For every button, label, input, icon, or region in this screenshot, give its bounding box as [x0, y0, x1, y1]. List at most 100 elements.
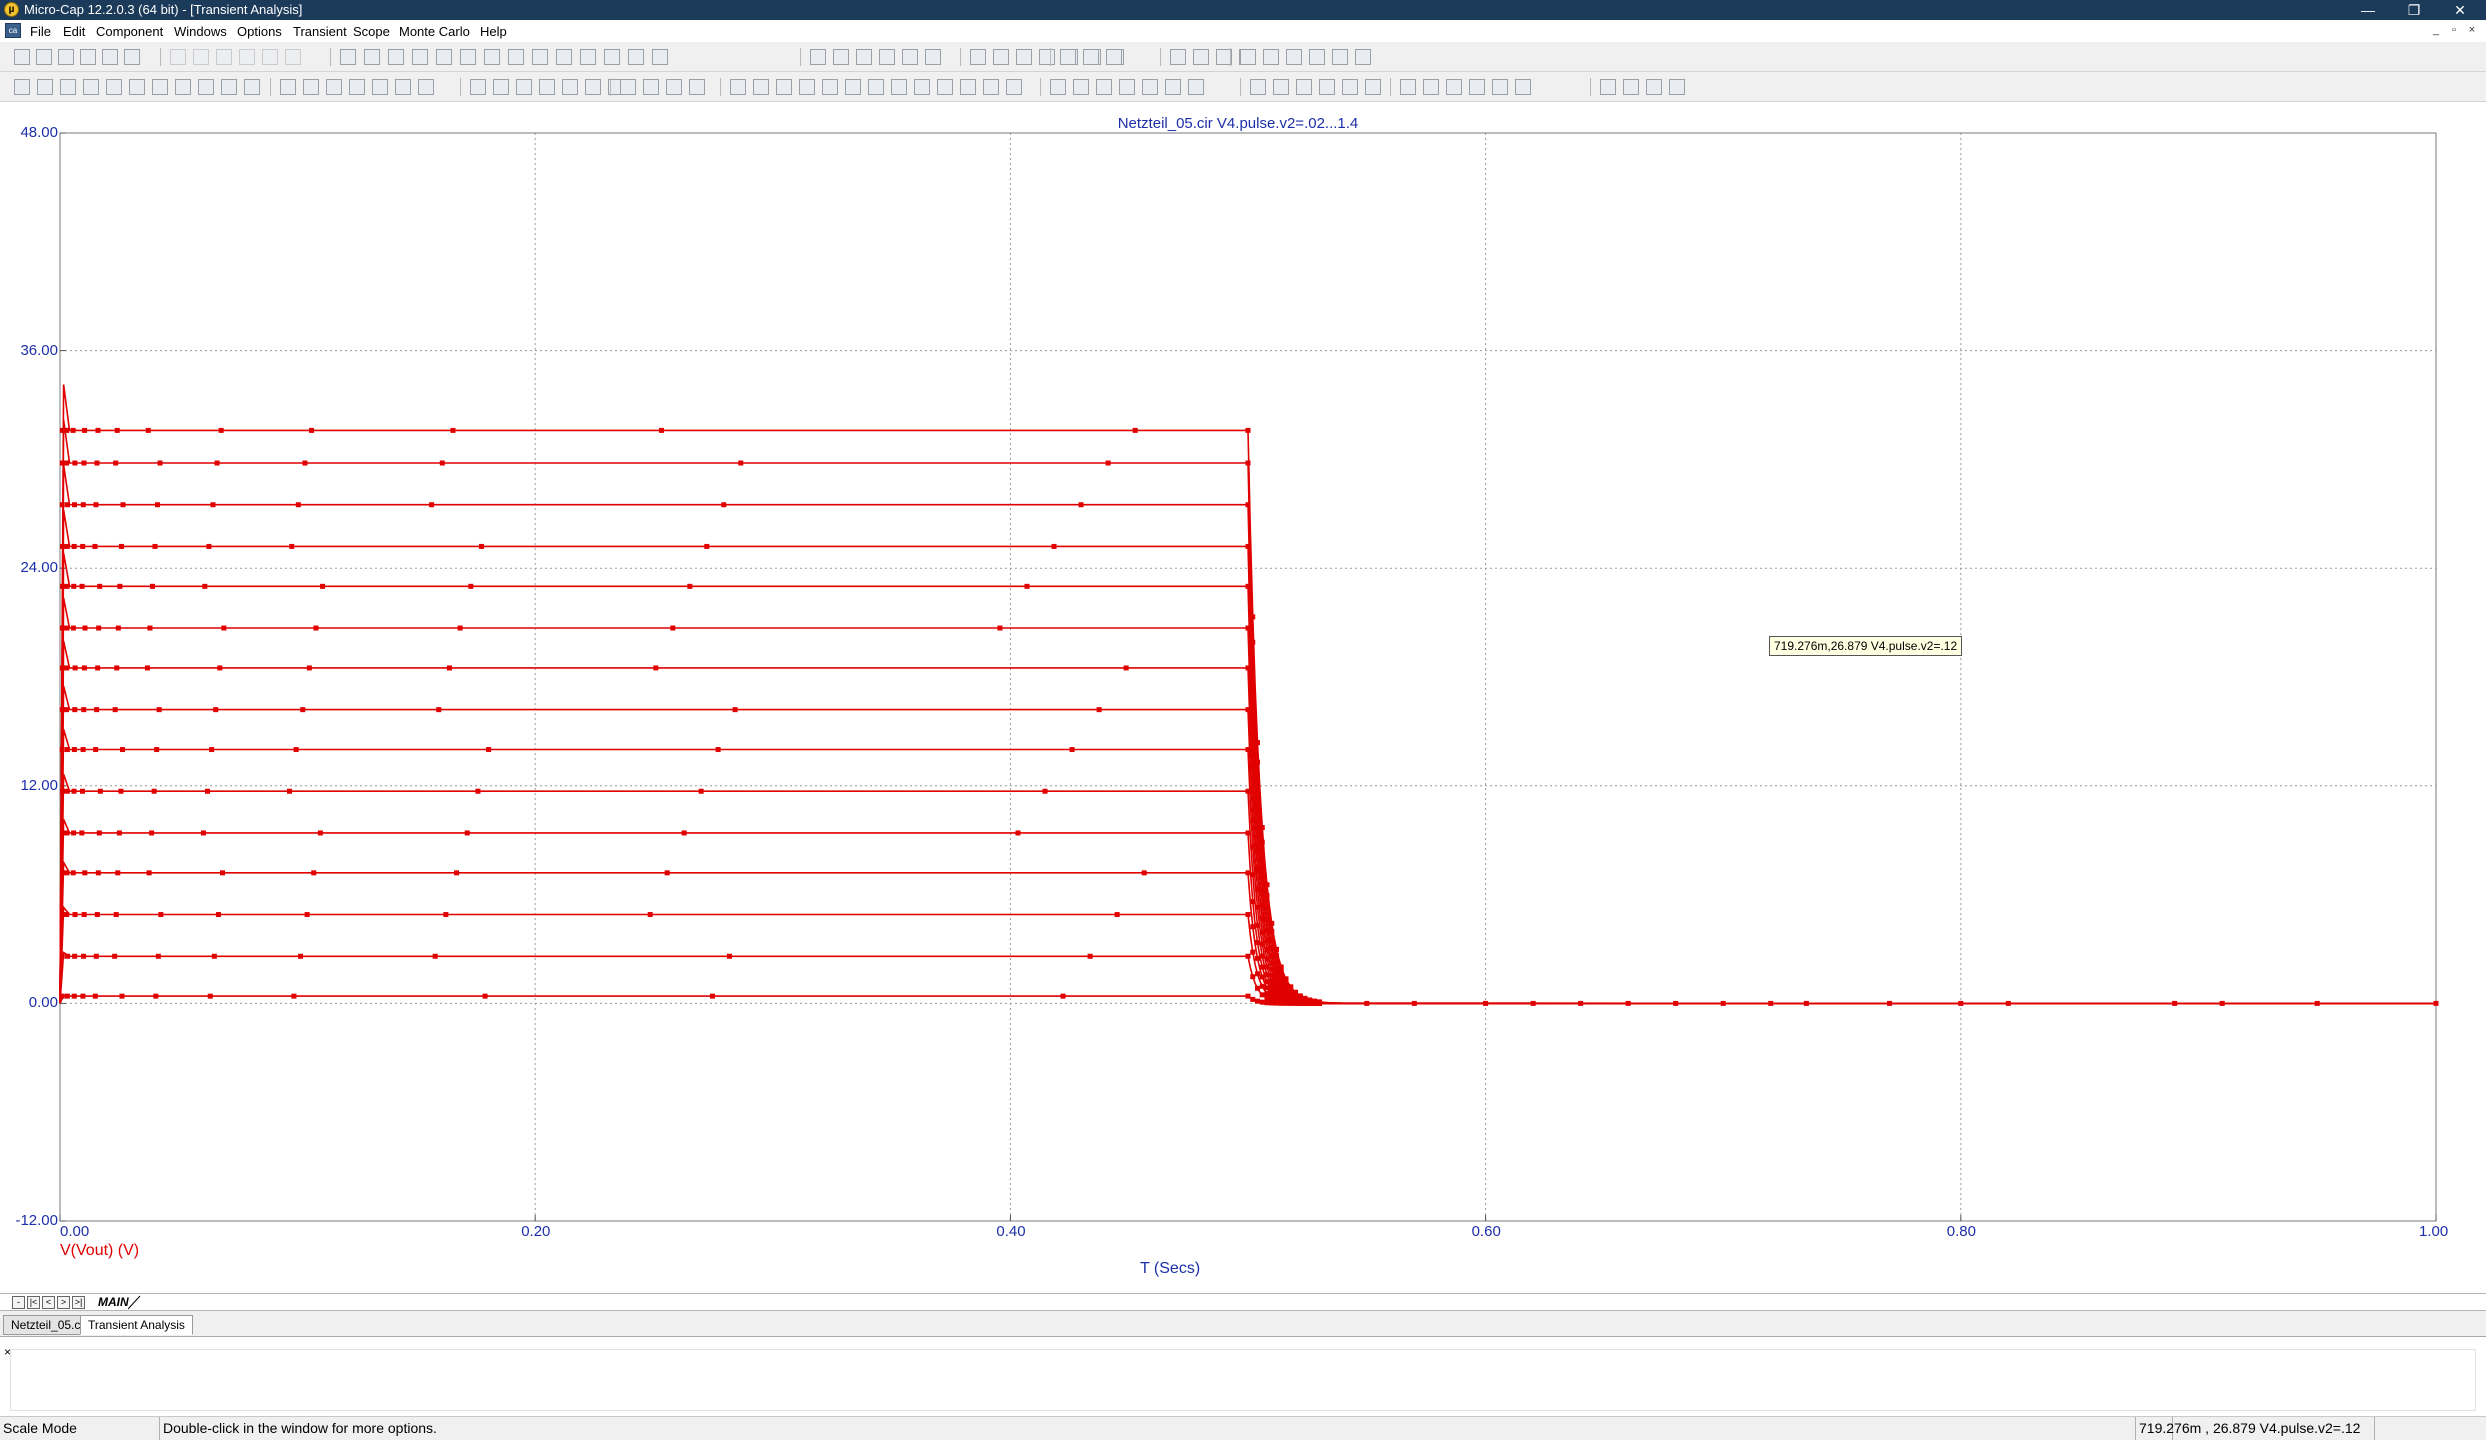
analysis-toolbar-button-11[interactable] — [244, 79, 260, 95]
analysis-toolbar-button-31[interactable] — [753, 79, 769, 95]
main-toolbar-button-32[interactable] — [925, 49, 941, 65]
analysis-toolbar-button-24[interactable] — [585, 79, 601, 95]
analysis-toolbar-button-30[interactable] — [730, 79, 746, 95]
analysis-toolbar-button-60[interactable] — [1492, 79, 1508, 95]
analysis-toolbar-button-4[interactable] — [83, 79, 99, 95]
main-toolbar-button-17[interactable] — [436, 49, 452, 65]
analysis-toolbar-button-53[interactable] — [1319, 79, 1335, 95]
analysis-toolbar-button-61[interactable] — [1515, 79, 1531, 95]
analysis-toolbar-button-44[interactable] — [1073, 79, 1089, 95]
main-toolbar-button-27[interactable] — [810, 49, 826, 65]
menu-scope[interactable]: Scope — [353, 24, 390, 39]
main-toolbar-button-6[interactable] — [124, 49, 140, 65]
main-toolbar-button-33[interactable] — [970, 49, 986, 65]
analysis-toolbar-button-50[interactable] — [1250, 79, 1266, 95]
main-toolbar-button-5[interactable] — [102, 49, 118, 65]
main-toolbar-button-3[interactable] — [58, 49, 74, 65]
main-toolbar-button-48[interactable] — [1263, 49, 1279, 65]
page-nav-last-button[interactable]: >| — [72, 1296, 85, 1309]
main-toolbar-button-23[interactable] — [580, 49, 596, 65]
analysis-toolbar-button-52[interactable] — [1296, 79, 1312, 95]
analysis-toolbar-button-34[interactable] — [822, 79, 838, 95]
menu-edit[interactable]: Edit — [63, 24, 85, 39]
main-toolbar-button-28[interactable] — [833, 49, 849, 65]
menu-help[interactable]: Help — [480, 24, 507, 39]
analysis-toolbar-button-62[interactable] — [1600, 79, 1616, 95]
analysis-toolbar-button-54[interactable] — [1342, 79, 1358, 95]
main-toolbar-button-15[interactable] — [388, 49, 404, 65]
analysis-toolbar-button-26[interactable] — [620, 79, 636, 95]
analysis-toolbar-button-47[interactable] — [1142, 79, 1158, 95]
restore-button[interactable]: ❐ — [2391, 0, 2437, 20]
transient-plot[interactable] — [0, 103, 2486, 1300]
tab-transient-analysis[interactable]: Transient Analysis — [80, 1315, 193, 1335]
analysis-toolbar-button-48[interactable] — [1165, 79, 1181, 95]
main-toolbar-button-26[interactable] — [652, 49, 668, 65]
main-toolbar-button-30[interactable] — [879, 49, 895, 65]
mdi-minimize-button[interactable]: _ — [2429, 23, 2443, 37]
analysis-toolbar-button-15[interactable] — [349, 79, 365, 95]
close-button[interactable]: ✕ — [2437, 0, 2483, 20]
analysis-toolbar-button-6[interactable] — [129, 79, 145, 95]
analysis-toolbar-button-22[interactable] — [539, 79, 555, 95]
main-toolbar-button-24[interactable] — [604, 49, 620, 65]
main-toolbar-button-14[interactable] — [364, 49, 380, 65]
analysis-toolbar-button-45[interactable] — [1096, 79, 1112, 95]
analysis-toolbar-button-43[interactable] — [1050, 79, 1066, 95]
main-toolbar-button-42[interactable] — [1106, 49, 1122, 65]
analysis-toolbar-button-27[interactable] — [643, 79, 659, 95]
main-toolbar-button-41[interactable] — [1083, 49, 1099, 65]
main-toolbar-button-1[interactable] — [14, 49, 30, 65]
analysis-toolbar-button-9[interactable] — [198, 79, 214, 95]
analysis-toolbar-button-46[interactable] — [1119, 79, 1135, 95]
main-toolbar-button-20[interactable] — [508, 49, 524, 65]
main-toolbar-button-47[interactable] — [1240, 49, 1256, 65]
main-toolbar-button-12[interactable] — [285, 49, 301, 65]
analysis-toolbar-button-8[interactable] — [175, 79, 191, 95]
main-toolbar-button-40[interactable] — [1060, 49, 1076, 65]
analysis-toolbar-button-14[interactable] — [326, 79, 342, 95]
analysis-toolbar-button-65[interactable] — [1669, 79, 1685, 95]
main-toolbar-button-22[interactable] — [556, 49, 572, 65]
menu-options[interactable]: Options — [237, 24, 282, 39]
main-toolbar-button-34[interactable] — [993, 49, 1009, 65]
analysis-toolbar-button-33[interactable] — [799, 79, 815, 95]
analysis-toolbar-button-2[interactable] — [37, 79, 53, 95]
analysis-toolbar-button-10[interactable] — [221, 79, 237, 95]
analysis-toolbar-button-12[interactable] — [280, 79, 296, 95]
main-toolbar-button-21[interactable] — [532, 49, 548, 65]
mdi-close-button[interactable]: × — [2465, 23, 2479, 37]
analysis-toolbar-button-29[interactable] — [689, 79, 705, 95]
analysis-toolbar-button-18[interactable] — [418, 79, 434, 95]
menu-monte-carlo[interactable]: Monte Carlo — [399, 24, 470, 39]
analysis-toolbar-button-13[interactable] — [303, 79, 319, 95]
analysis-toolbar-button-17[interactable] — [395, 79, 411, 95]
main-toolbar-button-11[interactable] — [262, 49, 278, 65]
analysis-toolbar-button-38[interactable] — [914, 79, 930, 95]
main-toolbar-button-18[interactable] — [460, 49, 476, 65]
analysis-toolbar-button-23[interactable] — [562, 79, 578, 95]
analysis-toolbar-button-56[interactable] — [1400, 79, 1416, 95]
main-toolbar-button-8[interactable] — [193, 49, 209, 65]
main-toolbar-button-10[interactable] — [239, 49, 255, 65]
menu-transient[interactable]: Transient — [293, 24, 347, 39]
analysis-toolbar-button-59[interactable] — [1469, 79, 1485, 95]
analysis-toolbar-button-58[interactable] — [1446, 79, 1462, 95]
analysis-toolbar-button-32[interactable] — [776, 79, 792, 95]
analysis-toolbar-button-57[interactable] — [1423, 79, 1439, 95]
main-toolbar-button-44[interactable] — [1193, 49, 1209, 65]
main-toolbar-button-9[interactable] — [216, 49, 232, 65]
main-toolbar-button-49[interactable] — [1286, 49, 1302, 65]
analysis-toolbar-button-21[interactable] — [516, 79, 532, 95]
main-toolbar-button-52[interactable] — [1355, 49, 1371, 65]
main-toolbar-button-36[interactable] — [1039, 49, 1055, 65]
analysis-toolbar-button-39[interactable] — [937, 79, 953, 95]
page-nav-minus-button[interactable]: - — [12, 1296, 25, 1309]
mdi-restore-button[interactable]: ▫ — [2447, 23, 2461, 37]
main-toolbar-button-2[interactable] — [36, 49, 52, 65]
main-toolbar-button-43[interactable] — [1170, 49, 1186, 65]
main-toolbar-button-31[interactable] — [902, 49, 918, 65]
analysis-toolbar-button-19[interactable] — [470, 79, 486, 95]
page-nav-next-button[interactable]: > — [57, 1296, 70, 1309]
output-text-area[interactable] — [10, 1349, 2476, 1411]
